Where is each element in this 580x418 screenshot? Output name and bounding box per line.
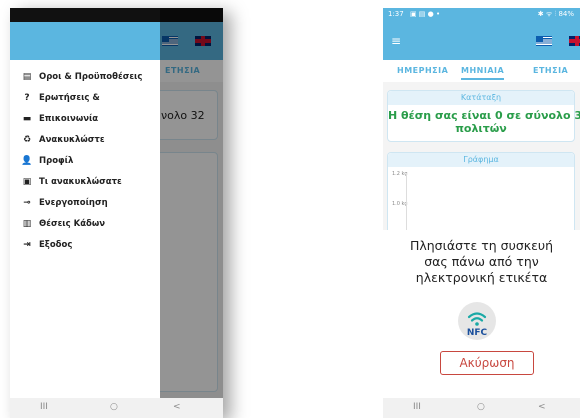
menu-item-contact[interactable]: ▬ Επικοινωνία xyxy=(10,109,160,130)
logout-icon: ⇥ xyxy=(23,240,31,250)
recents-button[interactable]: III xyxy=(40,402,48,412)
profile-icon: 👤 xyxy=(21,156,33,166)
menu-item-history[interactable]: ▣ Τι ανακυκλώσατε xyxy=(10,172,160,193)
map-icon: ▥ xyxy=(22,219,32,229)
recycle-icon: ♻ xyxy=(22,135,32,145)
menu-item-label: Εξοδος xyxy=(39,240,73,250)
menu-item-label: Τι ανακυκλώσατε xyxy=(39,177,122,187)
drawer-header xyxy=(10,8,160,60)
menu-item-profile[interactable]: 👤 Προφίλ xyxy=(10,151,160,172)
history-icon: ▣ xyxy=(22,177,32,187)
cancel-button[interactable]: Ακύρωση xyxy=(440,351,534,375)
menu-item-activation[interactable]: ⊸ Ενεργοποίηση xyxy=(10,193,160,214)
menu-item-recycle[interactable]: ♻ Ανακυκλώστε xyxy=(10,130,160,151)
right-screen: 1:37 ▣ ▤ ● • ✱ ᯤ ⫶ 84% ≡ ΗΜΕΡΗΣΙΑ ΜΗΝΙΑΙ… xyxy=(383,8,580,418)
left-screen: ΕΤΗΣΙΑ νολο 32 ▤ Οροι & Προϋποθέσεις ? Ε… xyxy=(10,8,223,418)
menu-item-label: Επικοινωνία xyxy=(39,114,99,124)
nfc-dialog: Πλησιάστε τη συσκευή σας πάνω από την ηλ… xyxy=(383,230,580,398)
menu-item-logout[interactable]: ⇥ Εξοδος xyxy=(10,235,160,256)
nfc-logo-text: NFC xyxy=(466,328,488,338)
menu-item-label: Θέσεις Κάδων xyxy=(39,219,106,229)
navigation-drawer: ▤ Οροι & Προϋποθέσεις ? Ερωτήσεις & ▬ Επ… xyxy=(10,8,160,398)
nfc-icon: NFC xyxy=(458,302,496,340)
menu-item-label: Προφίλ xyxy=(39,156,74,166)
nfc-line-1: Πλησιάστε τη συσκευή xyxy=(409,238,554,253)
menu-item-faq[interactable]: ? Ερωτήσεις & xyxy=(10,88,160,109)
document-icon: ▤ xyxy=(22,72,32,82)
menu-item-label: Οροι & Προϋποθέσεις xyxy=(39,72,143,82)
system-nav-bar: III ○ < xyxy=(383,398,580,418)
recents-button[interactable]: III xyxy=(413,402,421,412)
back-button[interactable]: < xyxy=(538,402,546,412)
key-icon: ⊸ xyxy=(23,198,31,208)
nfc-instructions: Πλησιάστε τη συσκευή σας πάνω από την ηλ… xyxy=(383,230,580,286)
menu-item-label: Ερωτήσεις & xyxy=(39,93,100,103)
nfc-line-3: ηλεκτρονική ετικέτα xyxy=(415,270,548,285)
home-button[interactable]: ○ xyxy=(477,402,485,412)
home-button[interactable]: ○ xyxy=(110,402,118,412)
menu-item-terms[interactable]: ▤ Οροι & Προϋποθέσεις xyxy=(10,67,160,88)
nfc-line-2: σας πάνω από την xyxy=(424,254,539,269)
system-nav-bar: III ○ < xyxy=(10,398,223,418)
menu-item-label: Ενεργοποίηση xyxy=(39,198,108,208)
menu-item-label: Ανακυκλώστε xyxy=(39,135,105,145)
back-button[interactable]: < xyxy=(173,402,181,412)
menu-item-bin-locations[interactable]: ▥ Θέσεις Κάδων xyxy=(10,214,160,235)
message-icon: ▬ xyxy=(22,114,32,124)
question-icon: ? xyxy=(24,93,30,103)
drawer-menu: ▤ Οροι & Προϋποθέσεις ? Ερωτήσεις & ▬ Επ… xyxy=(10,60,160,256)
